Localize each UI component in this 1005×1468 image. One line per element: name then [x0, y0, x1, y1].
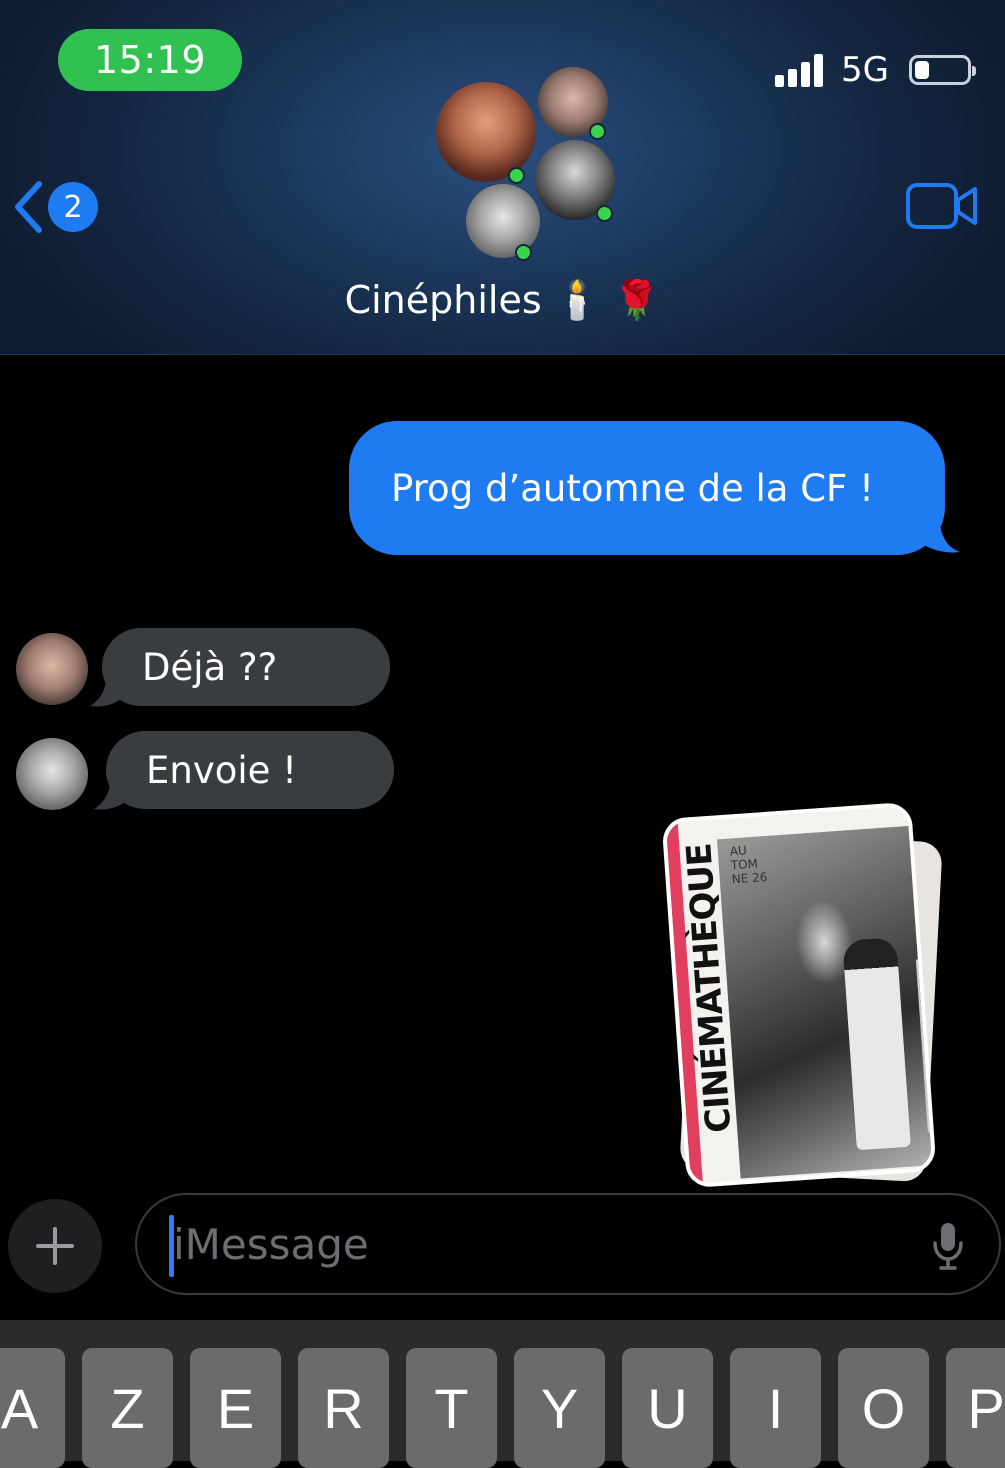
cover-season: AU TOM NE 26 [729, 843, 768, 887]
key-a[interactable]: A [0, 1348, 65, 1468]
key-i[interactable]: I [730, 1348, 821, 1468]
online-status-dot [515, 244, 532, 261]
online-status-dot [589, 123, 606, 140]
group-name[interactable]: Cinéphiles 🕯️ 🌹 [0, 278, 1005, 323]
key-y[interactable]: Y [514, 1348, 605, 1468]
plus-icon [36, 1227, 74, 1265]
key-r[interactable]: R [298, 1348, 389, 1468]
photo-figure [842, 937, 911, 1151]
message-input[interactable]: iMessage [135, 1193, 1001, 1295]
image-sticker[interactable]: AU TOM NE 26 CINÉMATHÈQUE [661, 800, 943, 1192]
online-status-dot [596, 205, 613, 222]
back-button[interactable]: 2 [12, 176, 98, 238]
key-p[interactable]: P [946, 1348, 1005, 1468]
status-indicators: 5G [775, 50, 976, 90]
battery-icon [909, 55, 976, 85]
key-e[interactable]: E [190, 1348, 281, 1468]
message-text: Prog d’automne de la CF ! [391, 466, 874, 510]
microphone-icon[interactable] [931, 1221, 965, 1271]
key-u[interactable]: U [622, 1348, 713, 1468]
key-o[interactable]: O [838, 1348, 929, 1468]
status-time-text: 15:19 [93, 38, 206, 82]
participant-avatar[interactable] [436, 82, 536, 182]
conversation-header: 15:19 5G 2 Cinéphiles 🕯️ 🌹 [0, 0, 1005, 355]
incoming-message-bubble[interactable]: Déjà ?? [102, 628, 390, 706]
video-call-button[interactable] [905, 180, 979, 232]
network-type: 5G [841, 50, 889, 90]
battery-level [915, 61, 929, 79]
chevron-left-icon [15, 181, 42, 233]
incoming-message: Envoie ! [0, 731, 420, 811]
message-text: Envoie ! [146, 748, 297, 792]
key-t[interactable]: T [406, 1348, 497, 1468]
keyboard: A Z E R T Y U I O P [0, 1320, 1005, 1468]
outgoing-message-bubble[interactable]: Prog d’automne de la CF ! [349, 421, 945, 555]
key-z[interactable]: Z [82, 1348, 173, 1468]
incoming-message: Déjà ?? [0, 628, 420, 708]
unread-count-badge: 2 [48, 182, 98, 232]
incoming-message-bubble[interactable]: Envoie ! [106, 731, 394, 809]
unread-count: 2 [63, 189, 83, 225]
apps-plus-button[interactable] [8, 1199, 102, 1293]
programme-cover: AU TOM NE 26 CINÉMATHÈQUE [661, 801, 937, 1189]
status-time[interactable]: 15:19 [58, 29, 242, 91]
bubble-tail [920, 520, 960, 553]
message-input-placeholder: iMessage [173, 1220, 369, 1269]
sender-avatar[interactable] [16, 738, 88, 810]
sender-avatar[interactable] [16, 633, 88, 705]
online-status-dot [508, 167, 525, 184]
message-text: Déjà ?? [142, 645, 278, 689]
signal-strength-icon [775, 53, 827, 87]
